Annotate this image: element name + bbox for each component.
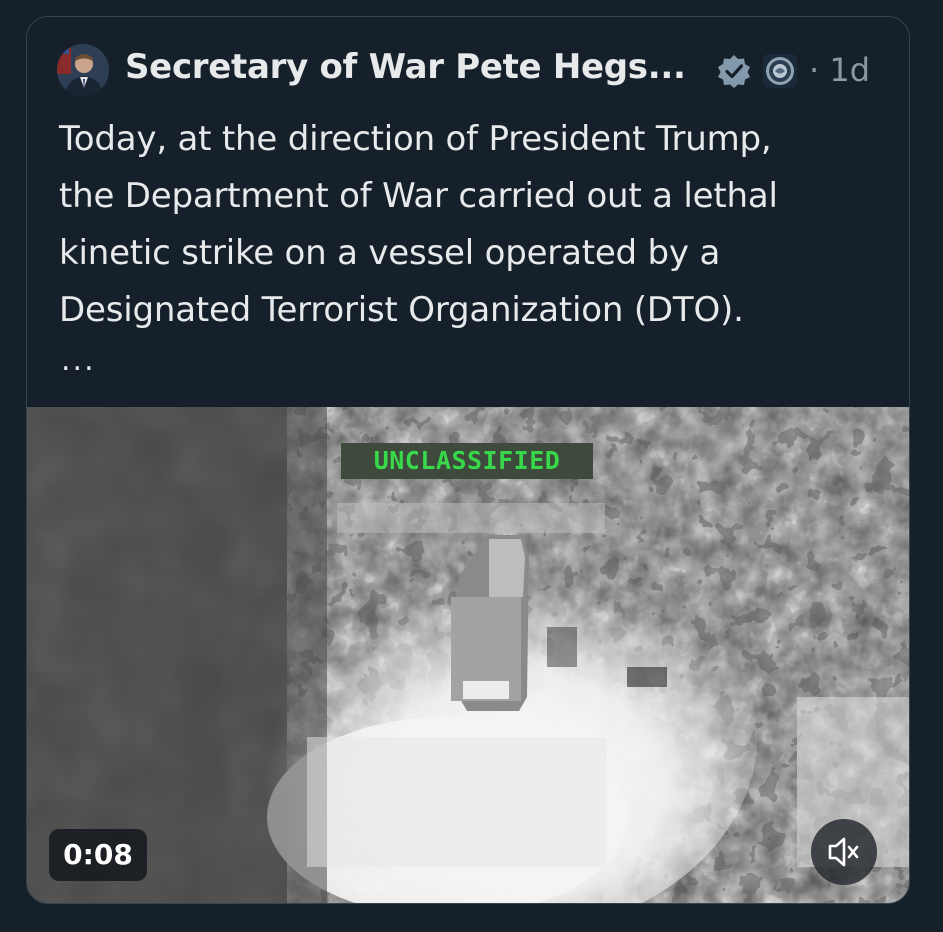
post-timestamp[interactable]: · 1d [809, 51, 870, 89]
author-name[interactable]: Secretary of War Pete Hegs... [125, 47, 686, 87]
time-separator: · [809, 51, 820, 89]
post-text-line: Designated Terrorist Organization (DTO). [59, 290, 744, 330]
post-text-line: kinetic strike on a vessel operated by a [59, 233, 721, 273]
affiliation-seal-icon[interactable] [763, 54, 797, 88]
verified-badge-icon[interactable] [717, 54, 751, 88]
speaker-muted-icon [828, 837, 859, 867]
show-more-ellipsis[interactable]: ... [61, 343, 96, 378]
post-header: Secretary of War Pete Hegs... · 1d [27, 17, 909, 123]
video-frame [27, 407, 909, 903]
video-player[interactable]: UNCLASSIFIED 0:08 [27, 407, 909, 903]
time-ago: 1d [829, 51, 871, 89]
post-text-line: Today, at the direction of President Tru… [59, 119, 772, 159]
post-text: Today, at the direction of President Tru… [59, 111, 889, 339]
post-text-line: the Department of War carried out a leth… [59, 176, 778, 216]
video-duration: 0:08 [49, 829, 147, 881]
post-card[interactable]: Secretary of War Pete Hegs... · 1d Today… [26, 16, 910, 904]
classification-label: UNCLASSIFIED [341, 443, 593, 479]
author-avatar[interactable] [57, 44, 109, 96]
mute-button[interactable] [811, 819, 877, 885]
